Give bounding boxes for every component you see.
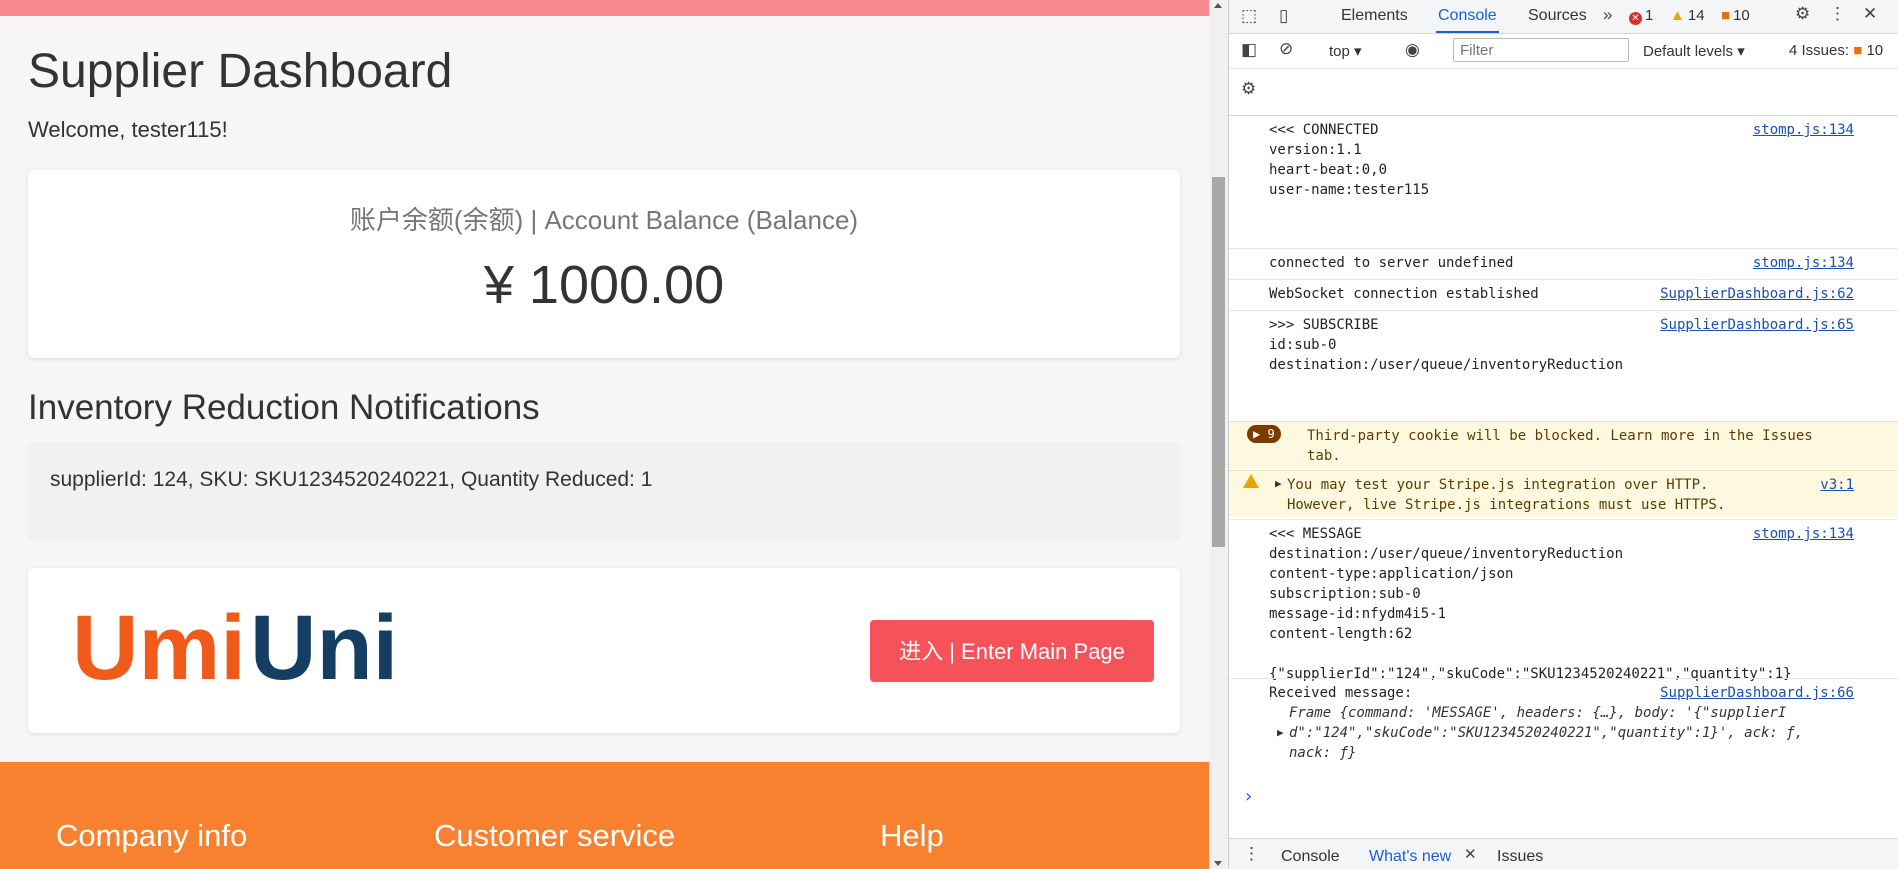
message-source-link[interactable]: v3:1 xyxy=(1820,475,1854,495)
balance-card: 账户余额(余额) | Account Balance (Balance) ¥ 1… xyxy=(28,170,1180,358)
message-text: <<< MESSAGE destination:/user/queue/inve… xyxy=(1269,526,1792,682)
console-message: Received message: SupplierDashboard.js:6… xyxy=(1229,678,1898,779)
console-prompt-icon[interactable]: › xyxy=(1243,786,1254,807)
notifications-heading: Inventory Reduction Notifications xyxy=(28,388,540,427)
more-options-icon[interactable]: ⋮ xyxy=(1829,4,1846,24)
enter-main-page-button[interactable]: 进入 | Enter Main Page xyxy=(870,620,1154,682)
warnings-count: 14 xyxy=(1687,7,1705,24)
message-source-link[interactable]: SupplierDashboard.js:62 xyxy=(1660,284,1854,304)
console-message: <<< CONNECTED version:1.1 heart-beat:0,0… xyxy=(1229,116,1898,232)
console-message: WebSocket connection established Supplie… xyxy=(1229,279,1898,310)
scroll-up-icon[interactable] xyxy=(1214,3,1222,8)
message-source-link[interactable]: stomp.js:134 xyxy=(1753,120,1854,140)
context-label: top xyxy=(1329,43,1350,60)
issues-toolbar-count: 10 xyxy=(1866,42,1884,59)
notification-text: supplierId: 124, SKU: SKU1234520240221, … xyxy=(50,468,653,491)
device-toolbar-icon[interactable]: ▯ xyxy=(1279,6,1288,26)
drawer-tab-issues[interactable]: Issues xyxy=(1497,848,1543,866)
message-text: <<< CONNECTED version:1.1 heart-beat:0,0… xyxy=(1269,122,1430,198)
gear-icon[interactable]: ⚙ xyxy=(1795,4,1810,24)
scroll-down-icon[interactable] xyxy=(1214,861,1222,866)
page-scrollbar[interactable] xyxy=(1209,0,1228,869)
warning-icon xyxy=(1243,474,1259,488)
notification-item: supplierId: 124, SKU: SKU1234520240221, … xyxy=(28,442,1180,540)
tab-elements[interactable]: Elements xyxy=(1341,7,1408,25)
expand-triangle-icon[interactable]: ▶ xyxy=(1275,474,1282,494)
footer: Company info Customer service Help xyxy=(0,762,1209,869)
message-source-link[interactable]: stomp.js:134 xyxy=(1753,253,1854,273)
balance-label: 账户余额(余额) | Account Balance (Balance) xyxy=(349,205,859,235)
frame-object-preview[interactable]: Frame {command: 'MESSAGE', headers: {…},… xyxy=(1289,703,1803,763)
eye-icon[interactable]: ◉ xyxy=(1405,40,1420,60)
console-message: connected to server undefined stomp.js:1… xyxy=(1229,248,1898,279)
console-warning-stripe[interactable]: ▶ You may test your Stripe.js integratio… xyxy=(1229,470,1898,517)
console-message: <<< MESSAGE destination:/user/queue/inve… xyxy=(1229,519,1898,682)
chevron-down-icon: ▾ xyxy=(1737,43,1745,60)
issues-count: 10 xyxy=(1733,7,1750,24)
errors-count: 1 xyxy=(1645,7,1654,24)
issue-icon: ■ xyxy=(1721,7,1731,24)
top-accent-bar xyxy=(0,0,1209,16)
console-message: >>> SUBSCRIBE id:sub-0 destination:/user… xyxy=(1229,310,1898,427)
welcome-message: Welcome, tester115! xyxy=(28,117,228,142)
drawer-tab-console[interactable]: Console xyxy=(1281,848,1340,866)
issues-label: 4 Issues: xyxy=(1789,42,1850,59)
error-icon: ✕ xyxy=(1629,12,1642,25)
message-source-link[interactable]: SupplierDashboard.js:65 xyxy=(1660,315,1854,335)
message-text: Received message: xyxy=(1269,685,1413,701)
message-text: WebSocket connection established xyxy=(1269,286,1539,302)
drawer-menu-icon[interactable]: ⋮ xyxy=(1243,844,1260,864)
logo-card: Umi Uni 进入 | Enter Main Page xyxy=(28,568,1180,733)
message-text: >>> SUBSCRIBE id:sub-0 destination:/user… xyxy=(1269,317,1624,373)
issue-icon: ■ xyxy=(1853,42,1863,59)
message-source-link[interactable]: stomp.js:134 xyxy=(1753,524,1854,544)
footer-company-info[interactable]: Company info xyxy=(56,818,247,854)
console-toolbar: ◧ ⊘ top ▾ ◉ Default levels ▾ 4 Issues: ■… xyxy=(1229,34,1898,69)
message-count: 9 xyxy=(1267,427,1275,441)
page-title: Supplier Dashboard xyxy=(28,45,453,98)
context-selector[interactable]: top ▾ xyxy=(1329,42,1362,60)
filter-input[interactable] xyxy=(1453,38,1629,62)
tab-console[interactable]: Console xyxy=(1436,7,1499,33)
footer-help[interactable]: Help xyxy=(880,818,944,854)
message-text: Third-party cookie will be blocked. Lear… xyxy=(1307,428,1813,464)
close-tab-icon[interactable]: ✕ xyxy=(1464,845,1477,863)
errors-badge[interactable]: ✕ 1 xyxy=(1629,7,1653,25)
console-warning-cookie[interactable]: ▶ 9 Third-party cookie will be blocked. … xyxy=(1229,421,1898,468)
tab-sources[interactable]: Sources xyxy=(1528,7,1587,25)
chevron-down-icon: ▾ xyxy=(1354,43,1362,60)
supplier-dashboard-page: Supplier Dashboard Welcome, tester115! 账… xyxy=(0,0,1209,869)
scroll-thumb[interactable] xyxy=(1212,177,1225,547)
close-icon[interactable]: ✕ xyxy=(1863,4,1877,24)
logo-text-uni: Uni xyxy=(250,605,398,695)
inspect-element-icon[interactable]: ⬚ xyxy=(1241,6,1257,26)
issues-counter[interactable]: 4 Issues: ■ 10 xyxy=(1789,42,1883,59)
console-settings-gear-icon[interactable]: ⚙ xyxy=(1241,79,1256,99)
logo-text-umi: Umi xyxy=(72,605,246,695)
umiuni-logo: Umi Uni xyxy=(72,605,398,695)
log-levels-label: Default levels xyxy=(1643,43,1734,60)
message-count-badge: ▶ 9 xyxy=(1247,425,1281,443)
devtools-tabbar: ⬚ ▯ Elements Console Sources » ✕ 1 ▲ 14 ■ 1… xyxy=(1229,0,1898,34)
drawer-tab-whats-new[interactable]: What's new xyxy=(1369,848,1451,866)
warning-icon: ▲ xyxy=(1670,7,1685,24)
sidebar-toggle-icon[interactable]: ◧ xyxy=(1241,40,1257,60)
console-settings-row: ⚙ xyxy=(1229,69,1898,116)
log-levels-dropdown[interactable]: Default levels ▾ xyxy=(1643,42,1745,60)
drawer-tabbar: ⋮ Console What's new ✕ Issues xyxy=(1229,838,1898,869)
clear-console-icon[interactable]: ⊘ xyxy=(1279,39,1293,59)
footer-customer-service[interactable]: Customer service xyxy=(434,818,675,854)
devtools-panel: ⬚ ▯ Elements Console Sources » ✕ 1 ▲ 14 ■ 1… xyxy=(1228,0,1898,869)
chevron-double-right-icon[interactable]: » xyxy=(1603,5,1612,25)
issues-badge[interactable]: ■ 10 xyxy=(1721,7,1750,24)
warnings-badge[interactable]: ▲ 14 xyxy=(1670,7,1705,24)
console-output: <<< CONNECTED version:1.1 heart-beat:0,0… xyxy=(1229,116,1898,838)
message-text: connected to server undefined xyxy=(1269,255,1514,271)
message-text: You may test your Stripe.js integration … xyxy=(1287,477,1726,513)
message-source-link[interactable]: SupplierDashboard.js:66 xyxy=(1660,683,1854,703)
expand-triangle-icon[interactable]: ▶ xyxy=(1277,723,1284,743)
balance-amount: ¥ 1000.00 xyxy=(483,255,725,315)
